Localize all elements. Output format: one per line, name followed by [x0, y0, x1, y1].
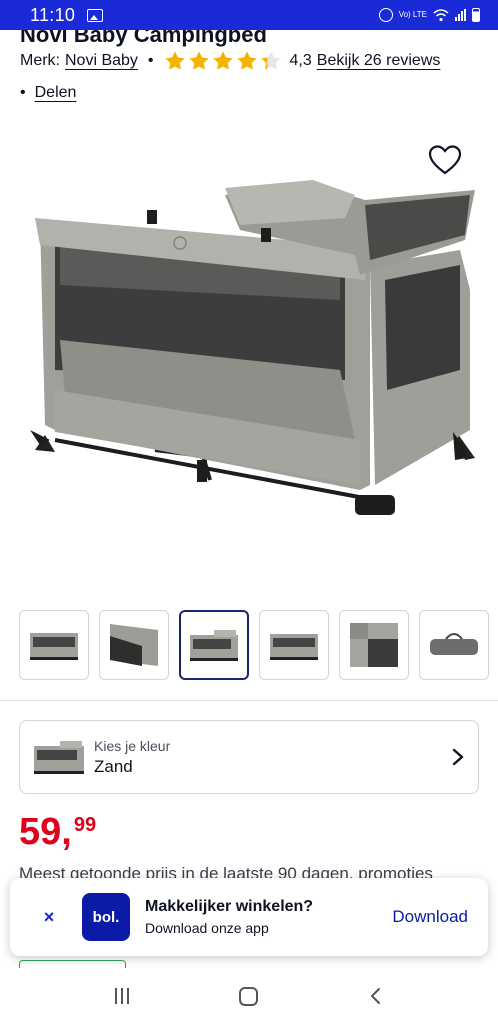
thumbnail-carry-bag-image — [430, 633, 478, 655]
thumbnail-cot-closeup-image — [110, 624, 158, 666]
color-value: Zand — [94, 756, 133, 776]
thumbnail-2[interactable] — [99, 610, 169, 680]
thumbnail-6[interactable] — [419, 610, 489, 680]
home-icon[interactable] — [239, 986, 259, 1006]
banner-title: Makkelijker winkelen? — [145, 898, 314, 915]
wifi-icon — [433, 8, 449, 21]
gallery-icon — [87, 8, 104, 22]
thumbnail-strip — [19, 610, 489, 680]
battery-icon — [472, 8, 480, 22]
thumbnail-5[interactable] — [339, 610, 409, 680]
brand-link[interactable]: Novi Baby — [65, 52, 138, 70]
partial-button-edge — [19, 960, 126, 968]
star-partial-icon — [260, 51, 281, 70]
banner-subtitle: Download onze app — [145, 920, 269, 936]
close-banner-button[interactable]: × — [40, 907, 58, 928]
thumbnail-cot-image — [30, 633, 78, 660]
status-bar: 11:10 Vo) LTE — [0, 0, 498, 30]
download-app-button[interactable]: Download — [392, 907, 468, 927]
thumbnail-cot-side-image — [270, 634, 318, 660]
signal-icon — [455, 9, 466, 21]
price-cents: 99 — [73, 814, 97, 836]
banner-text: Makkelijker winkelen? Download onze app — [145, 898, 313, 936]
share-row: • Delen — [20, 84, 76, 102]
brand-label: Merk: — [20, 52, 60, 69]
rating-stars[interactable] — [164, 50, 282, 72]
product-main-image[interactable] — [15, 140, 485, 550]
star-full-icon — [188, 51, 209, 70]
star-full-icon — [164, 51, 185, 70]
status-icons: Vo) LTE — [378, 8, 480, 22]
back-icon[interactable] — [369, 987, 383, 1005]
volte-label: Vo) LTE — [398, 10, 427, 19]
thumbnail-3[interactable] — [179, 610, 249, 680]
favorite-heart-icon[interactable] — [428, 144, 462, 176]
thumbnail-1[interactable] — [19, 610, 89, 680]
share-link[interactable]: Delen — [35, 84, 77, 102]
reviews-link[interactable]: Bekijk 26 reviews — [317, 52, 441, 70]
price: 59, 99 — [19, 812, 96, 852]
status-time: 11:10 — [30, 4, 76, 25]
color-variant-image — [34, 741, 84, 774]
rating-value: 4,3 — [289, 52, 312, 69]
thumbnail-cot-changer-image — [190, 630, 238, 661]
thumbnail-cot-detail-image — [350, 623, 398, 667]
star-full-icon — [212, 51, 233, 70]
price-main: 59, — [19, 811, 72, 853]
color-selector[interactable]: Kies je kleur Zand — [19, 720, 479, 794]
alarm-icon — [378, 8, 393, 22]
recents-icon[interactable] — [115, 988, 130, 1004]
color-caption: Kies je kleur — [94, 737, 171, 754]
color-text: Kies je kleur Zand — [94, 738, 170, 777]
star-full-icon — [236, 51, 257, 70]
separator-dot: • — [20, 84, 26, 101]
separator-dot: • — [147, 52, 154, 69]
brand-rating-row: Merk: Novi Baby • 4,3 Bekijk 26 reviews — [20, 50, 440, 72]
chevron-right-icon — [452, 748, 464, 766]
bol-logo: bol. — [82, 893, 130, 941]
thumbnail-4[interactable] — [259, 610, 329, 680]
section-divider — [0, 700, 498, 701]
android-nav-bar — [0, 968, 498, 1024]
app-download-banner: × bol. Makkelijker winkelen? Download on… — [10, 878, 488, 956]
